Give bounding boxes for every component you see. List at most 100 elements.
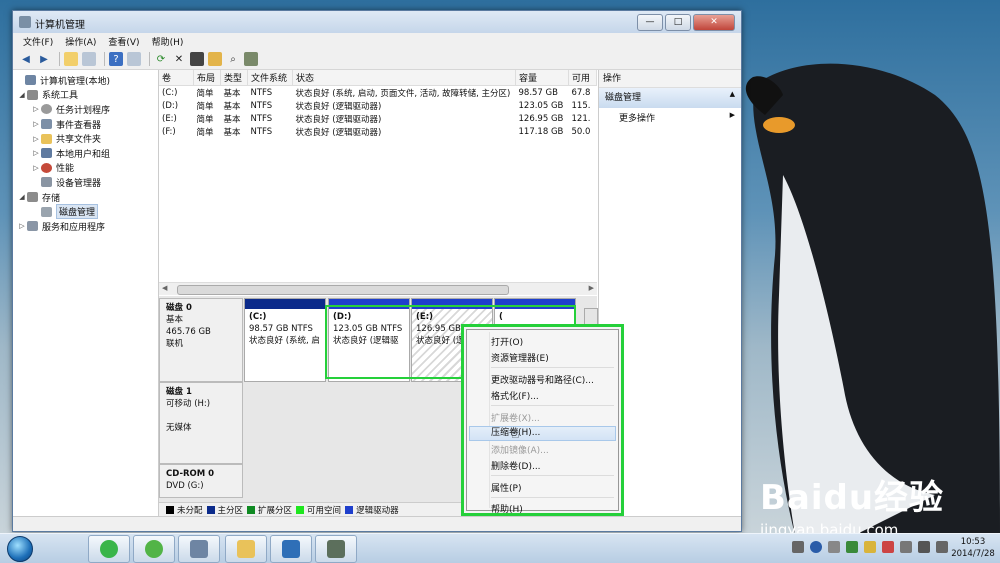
context-menu: 打开(O) 资源管理器(E) 更改驱动器号和路径(C)... 格式化(F)...… [461,324,624,516]
tree-item-task-scheduler[interactable]: ▷ 任务计划程序 [13,102,158,117]
tree-item-storage[interactable]: ◢ 存储 [13,190,158,205]
help-tray-icon[interactable] [810,541,822,553]
network-icon[interactable] [900,541,912,553]
volume-header-row: 卷 布局 类型 文件系统 状态 容量 可用 [159,70,597,86]
console-icon[interactable] [127,52,141,66]
scroll-left-icon[interactable]: ◀ [162,284,167,292]
tree-item-system-tools[interactable]: ◢ 系统工具 [13,88,158,103]
flag-icon[interactable] [882,541,894,553]
disk-1-label[interactable]: 磁盘 1 可移动 (H:) 无媒体 [159,382,243,464]
partition-c[interactable]: (C:) 98.57 GB NTFS 状态良好 (系统, 启 [244,298,326,382]
actions-section-disk-management[interactable]: 磁盘管理 ▲ [599,88,741,108]
forward-arrow-icon[interactable]: ▶ [37,52,51,66]
performance-icon [41,162,52,173]
cdrom-label[interactable]: CD-ROM 0 DVD (G:) [159,464,243,498]
refresh-icon[interactable]: ⟳ [154,52,168,66]
tree-item-services-apps[interactable]: ▷ 服务和应用程序 [13,219,158,234]
col-capacity[interactable]: 容量 [515,70,569,86]
explorer-folder-icon [237,540,255,558]
arrow-up-icon[interactable] [828,541,840,553]
clock[interactable]: 10:53 2014/7/28 [950,536,996,560]
show-hide-tree-icon[interactable] [82,52,96,66]
menu-item-delete-volume[interactable]: 删除卷(D)... [491,459,541,472]
folder-icon [41,133,52,144]
services-icon [27,221,38,232]
horizontal-scrollbar[interactable]: ◀ ▶ [159,282,597,295]
actions-header: 操作 [599,70,741,88]
disk-icon [41,206,52,217]
help-icon[interactable]: ? [109,52,123,66]
taskbar: 10:53 2014/7/28 [0,533,1000,563]
menu-view[interactable]: 查看(V) [102,33,145,49]
menu-item-add-mirror[interactable]: 添加镜像(A)... [491,443,549,456]
delete-icon[interactable]: ✕ [172,52,186,66]
volume-row[interactable]: (E:) 简单 基本 NTFS 状态良好 (逻辑驱动器) 126.95 GB 121. [159,112,597,125]
signal-icon[interactable] [918,541,930,553]
taskbar-app-6[interactable] [315,535,357,563]
col-layout[interactable]: 布局 [193,70,221,86]
tree-item-shared-folders[interactable]: ▷ 共享文件夹 [13,131,158,146]
menu-item-help[interactable]: 帮助(H) [491,502,523,515]
taskbar-app-4[interactable] [225,535,267,563]
scroll-thumb[interactable] [177,285,509,295]
volume-row[interactable]: (C:) 简单 基本 NTFS 状态良好 (系统, 启动, 页面文件, 活动, 故障转储… [159,86,597,100]
menu-action[interactable]: 操作(A) [59,33,102,49]
window-title: 计算机管理 [35,20,85,31]
back-arrow-icon[interactable]: ◀ [19,52,33,66]
taskbar-app-2[interactable] [133,535,175,563]
menu-file[interactable]: 文件(F) [17,33,59,49]
more-actions-item[interactable]: 更多操作 ▶ [599,108,741,127]
menu-item-format[interactable]: 格式化(F)... [491,389,539,402]
col-filesystem[interactable]: 文件系统 [247,70,293,86]
clock-icon [41,104,52,115]
cdrom-name: CD-ROM 0 [166,469,215,479]
maximize-button[interactable]: □ [665,14,691,31]
up-folder-icon[interactable] [64,52,78,66]
volume-icon[interactable] [936,541,948,553]
scroll-right-icon[interactable]: ▶ [589,284,594,292]
tree-item-performance[interactable]: ▷ 性能 [13,161,158,176]
tree-item-disk-management[interactable]: 磁盘管理 [13,204,158,220]
disk-tool-icon[interactable] [244,52,258,66]
menu-item-extend-volume[interactable]: 扩展卷(X)... [491,411,540,424]
menu-item-properties[interactable]: 属性(P) [491,481,521,494]
search-icon[interactable]: ⌕ [226,52,240,66]
properties-icon[interactable] [190,52,204,66]
open-icon[interactable] [208,52,222,66]
close-button[interactable]: ✕ [693,14,735,31]
menu-item-shrink-volume[interactable]: 压缩卷(H)... [469,426,616,441]
menu-item-open[interactable]: 打开(O) [491,335,523,348]
title-bar[interactable]: 计算机管理 — □ ✕ [13,11,741,33]
collapse-up-icon[interactable]: ▲ [730,90,735,98]
taskbar-app-1[interactable] [88,535,130,563]
volume-row[interactable]: (F:) 简单 基本 NTFS 状态良好 (逻辑驱动器) 117.18 GB 50.0 [159,125,597,138]
keyboard-icon[interactable] [792,541,804,553]
disk-0-label[interactable]: 磁盘 0 基本 465.76 GB 联机 [159,298,243,382]
toolbar: ◀ ▶ ? ⟳ ✕ ⌕ [13,49,741,70]
col-status[interactable]: 状态 [292,70,516,86]
green-plus-icon [100,540,118,558]
minimize-button[interactable]: — [637,14,663,31]
computer-icon [25,75,36,86]
menu-item-explorer[interactable]: 资源管理器(E) [491,351,549,364]
shield-icon[interactable] [846,541,858,553]
computer-management-window: 计算机管理 — □ ✕ 文件(F) 操作(A) 查看(V) 帮助(H) ◀ ▶ … [12,10,742,532]
taskbar-app-3[interactable] [178,535,220,563]
tree-item-computer-management[interactable]: 计算机管理(本地) [13,73,158,88]
tree-item-event-viewer[interactable]: ▷ 事件查看器 [13,117,158,132]
console-tree: 计算机管理(本地) ◢ 系统工具 ▷ 任务计划程序 ▷ 事件查看器 ▷ 共享文件夹 ▷ 本… [13,70,159,517]
col-free[interactable]: 可用 [568,70,597,86]
col-volume[interactable]: 卷 [159,70,194,86]
start-button[interactable] [2,534,38,563]
volume-row[interactable]: (D:) 简单 基本 NTFS 状态良好 (逻辑驱动器) 123.05 GB 115. [159,99,597,112]
taskbar-app-5[interactable] [270,535,312,563]
security-icon[interactable] [864,541,876,553]
device-icon [41,177,52,188]
menu-item-change-drive-letter[interactable]: 更改驱动器号和路径(C)... [491,373,594,386]
legend-free: 可用空间 [307,506,342,516]
legend-unallocated: 未分配 [177,506,203,516]
tree-item-device-manager[interactable]: 设备管理器 [13,175,158,190]
col-type[interactable]: 类型 [220,70,248,86]
tree-item-local-users[interactable]: ▷ 本地用户和组 [13,146,158,161]
menu-help[interactable]: 帮助(H) [146,33,190,49]
